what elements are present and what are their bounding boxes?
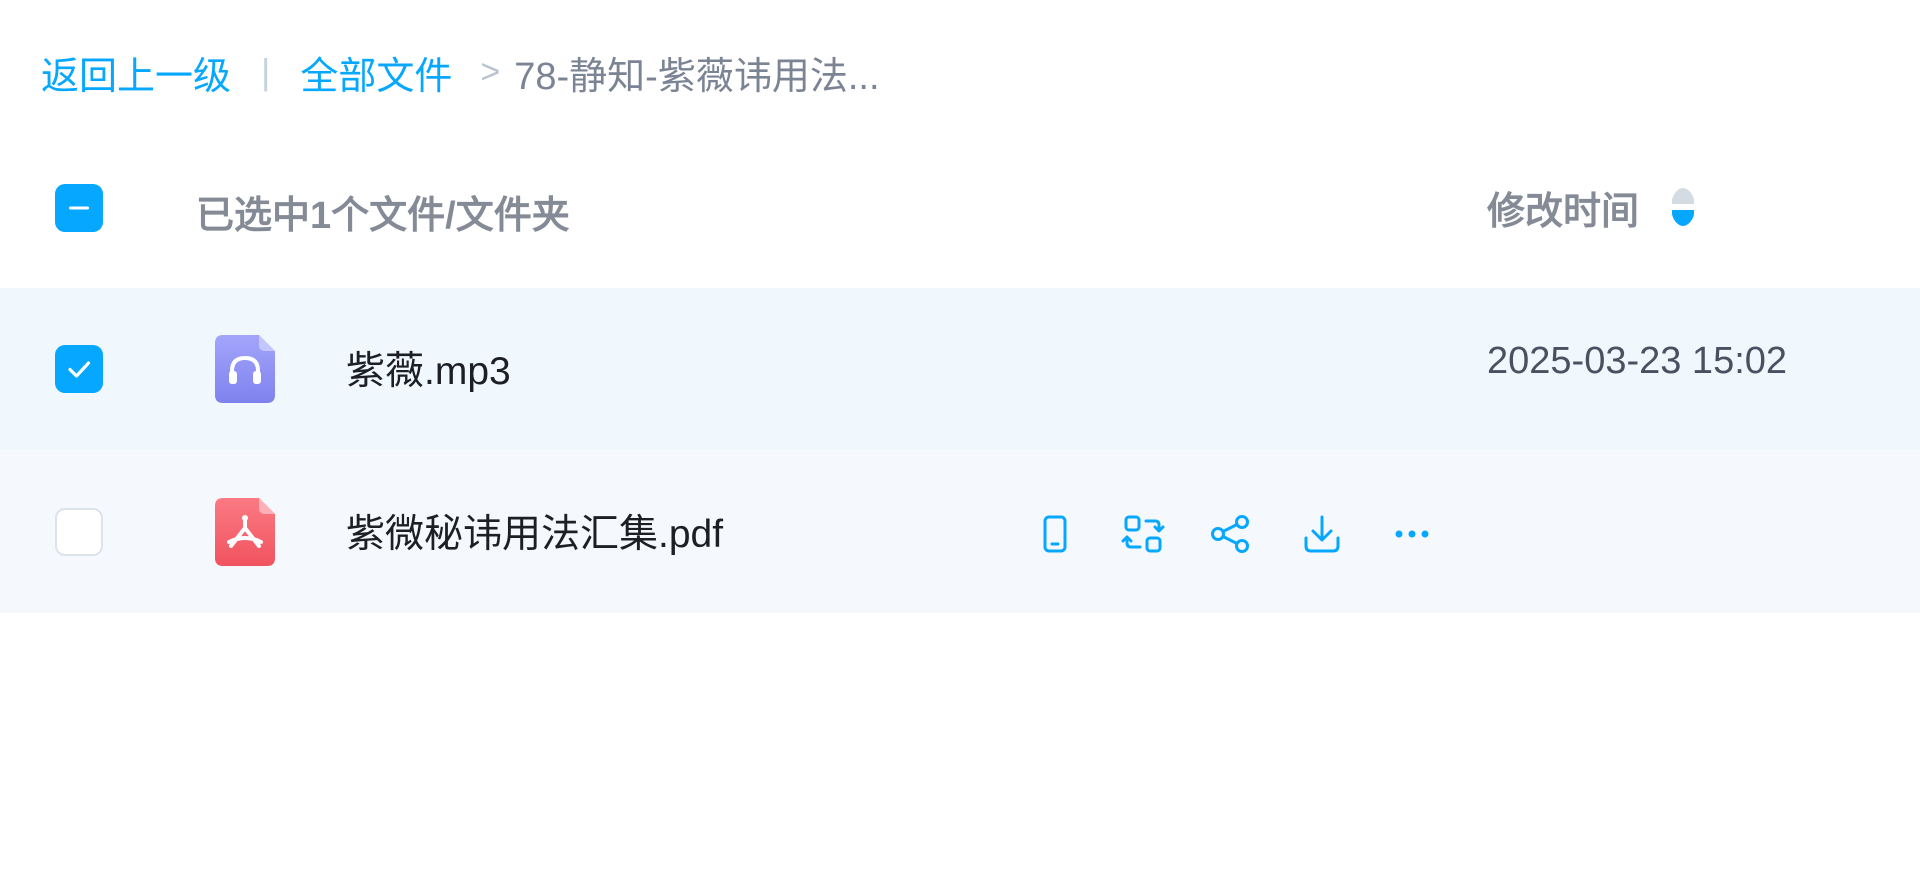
more-icon[interactable]: [1390, 512, 1434, 556]
selection-count-text: 已选中1个文件/文件夹: [196, 195, 570, 237]
file-list-header: 已选中1个文件/文件夹 修改时间: [0, 160, 1920, 256]
breadcrumb: 返回上一级 | 全部文件 > 78-静知-紫薇讳用法...: [41, 44, 880, 100]
all-files-link[interactable]: 全部文件: [300, 45, 452, 100]
current-folder-name: 78-静知-紫薇讳用法...: [514, 55, 880, 98]
phone-icon[interactable]: [1033, 512, 1077, 556]
row-checkbox-unchecked[interactable]: [55, 508, 103, 556]
pdf-file-icon: [215, 498, 275, 566]
file-name[interactable]: 紫微秘讳用法汇集.pdf: [346, 503, 723, 559]
download-icon[interactable]: [1300, 512, 1344, 556]
check-icon: [68, 361, 91, 378]
row-checkbox-checked[interactable]: [55, 345, 103, 393]
file-row-selected[interactable]: 紫薇.mp3 2025-03-23 15:02: [0, 288, 1920, 450]
back-link[interactable]: 返回上一级: [41, 45, 231, 100]
convert-icon[interactable]: [1121, 512, 1165, 556]
breadcrumb-separator: |: [261, 51, 271, 92]
sort-icon[interactable]: [1668, 186, 1698, 230]
audio-file-icon: [215, 335, 275, 403]
minus-icon: [69, 206, 89, 210]
file-modified-time: 2025-03-23 15:02: [1487, 340, 1788, 382]
file-row-hovered[interactable]: 紫微秘讳用法汇集.pdf: [0, 451, 1920, 613]
select-all-checkbox[interactable]: [55, 184, 103, 232]
share-icon[interactable]: [1209, 512, 1253, 556]
file-name[interactable]: 紫薇.mp3: [346, 340, 511, 396]
modified-time-column-header[interactable]: 修改时间: [1487, 180, 1639, 235]
breadcrumb-arrow: >: [480, 52, 501, 91]
